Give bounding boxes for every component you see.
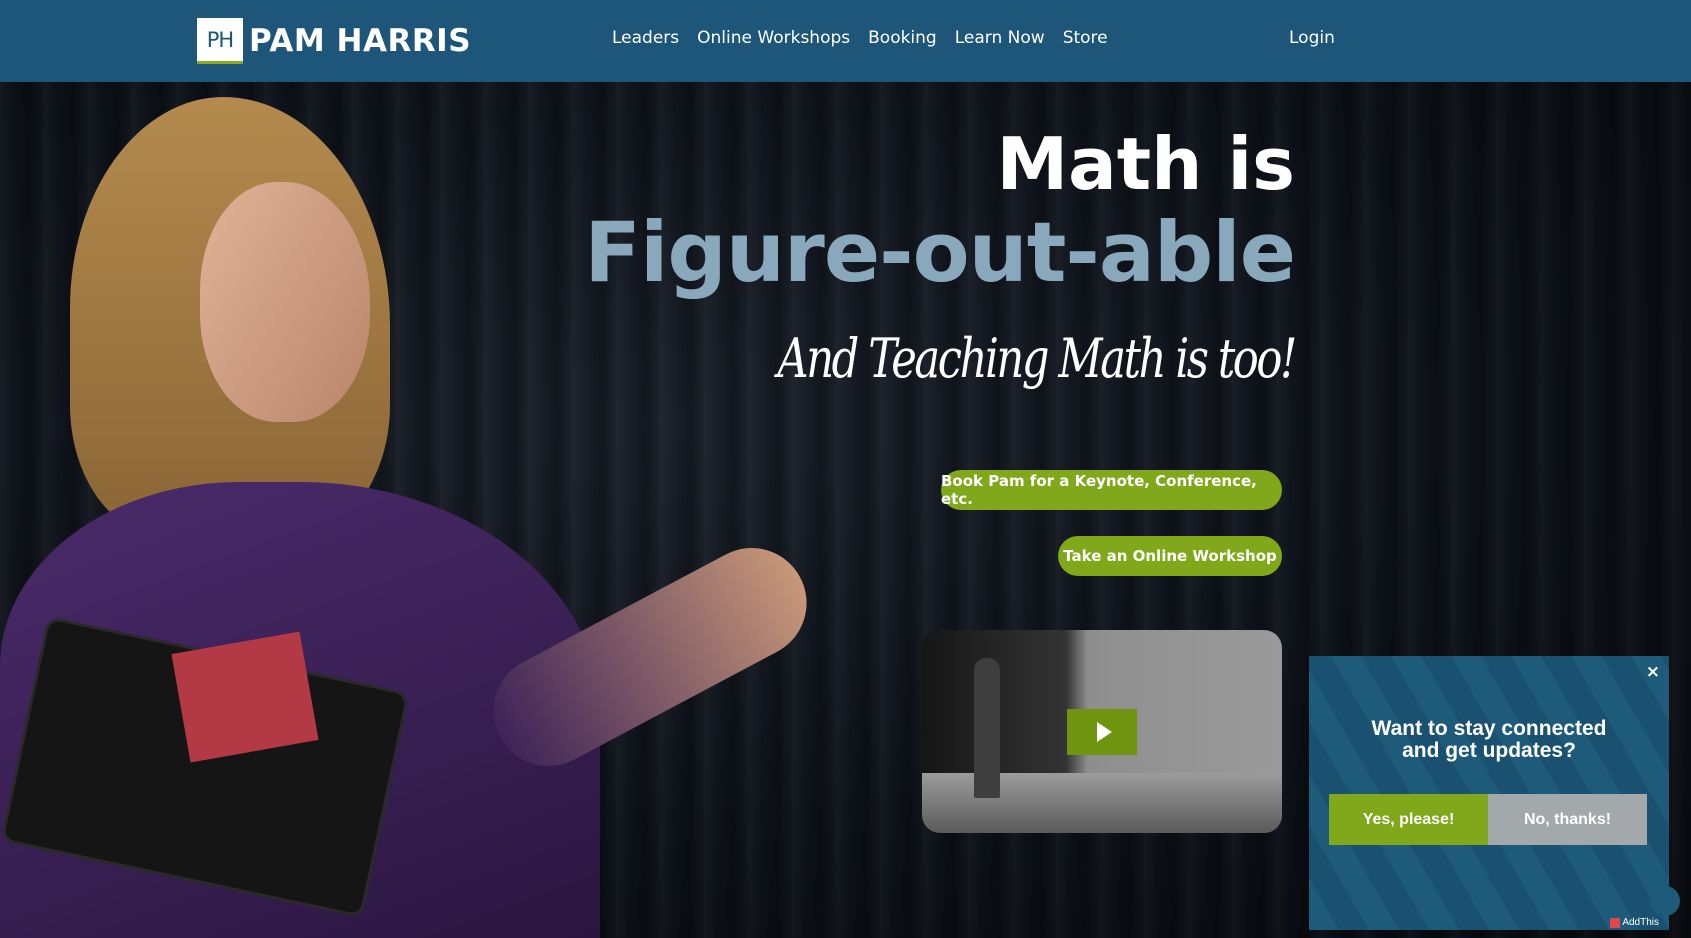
logo-text: PAM HARRIS <box>249 23 472 59</box>
logo-mark: PH <box>197 18 243 64</box>
speaker-face <box>200 182 370 422</box>
speaker-paper <box>171 631 319 763</box>
video-speaker-figure <box>974 658 1000 798</box>
nav-item-booking[interactable]: Booking <box>868 28 937 48</box>
popup-title-line-1: Want to stay connected <box>1371 717 1607 740</box>
newsletter-popup: × Want to stay connected and get updates… <box>1309 656 1669 930</box>
headline-line-2: Figure-out-able <box>584 204 1296 301</box>
online-workshop-button[interactable]: Take an Online Workshop <box>1058 536 1282 576</box>
nav-item-leaders[interactable]: Leaders <box>612 28 679 48</box>
popup-title-line-2: and get updates? <box>1402 739 1576 762</box>
addthis-badge[interactable]: AddThis <box>1610 917 1659 928</box>
site-logo[interactable]: PH PAM HARRIS <box>197 18 471 64</box>
addthis-label: AddThis <box>1622 917 1659 928</box>
yes-please-button[interactable]: Yes, please! <box>1329 794 1488 845</box>
no-thanks-button[interactable]: No, thanks! <box>1488 794 1647 845</box>
play-icon <box>1096 722 1112 742</box>
close-icon[interactable]: × <box>1646 662 1660 682</box>
intro-video-thumbnail[interactable] <box>922 630 1282 833</box>
play-button[interactable] <box>1067 709 1137 755</box>
nav-item-learn-now[interactable]: Learn Now <box>955 28 1045 48</box>
nav-item-online-workshops[interactable]: Online Workshops <box>697 28 850 48</box>
main-nav: Leaders Online Workshops Booking Learn N… <box>612 28 1108 48</box>
hero-tagline: And Teaching Math is too! <box>777 327 1297 390</box>
site-header: PH PAM HARRIS Leaders Online Workshops B… <box>0 0 1691 82</box>
addthis-icon <box>1610 917 1621 928</box>
floating-share-button[interactable] <box>1650 886 1680 916</box>
headline-line-1: Math is <box>996 122 1295 206</box>
book-pam-button[interactable]: Book Pam for a Keynote, Conference, etc. <box>941 470 1282 510</box>
login-link[interactable]: Login <box>1289 28 1335 48</box>
nav-item-store[interactable]: Store <box>1063 28 1108 48</box>
popup-title: Want to stay connected and get updates? <box>1309 718 1669 762</box>
